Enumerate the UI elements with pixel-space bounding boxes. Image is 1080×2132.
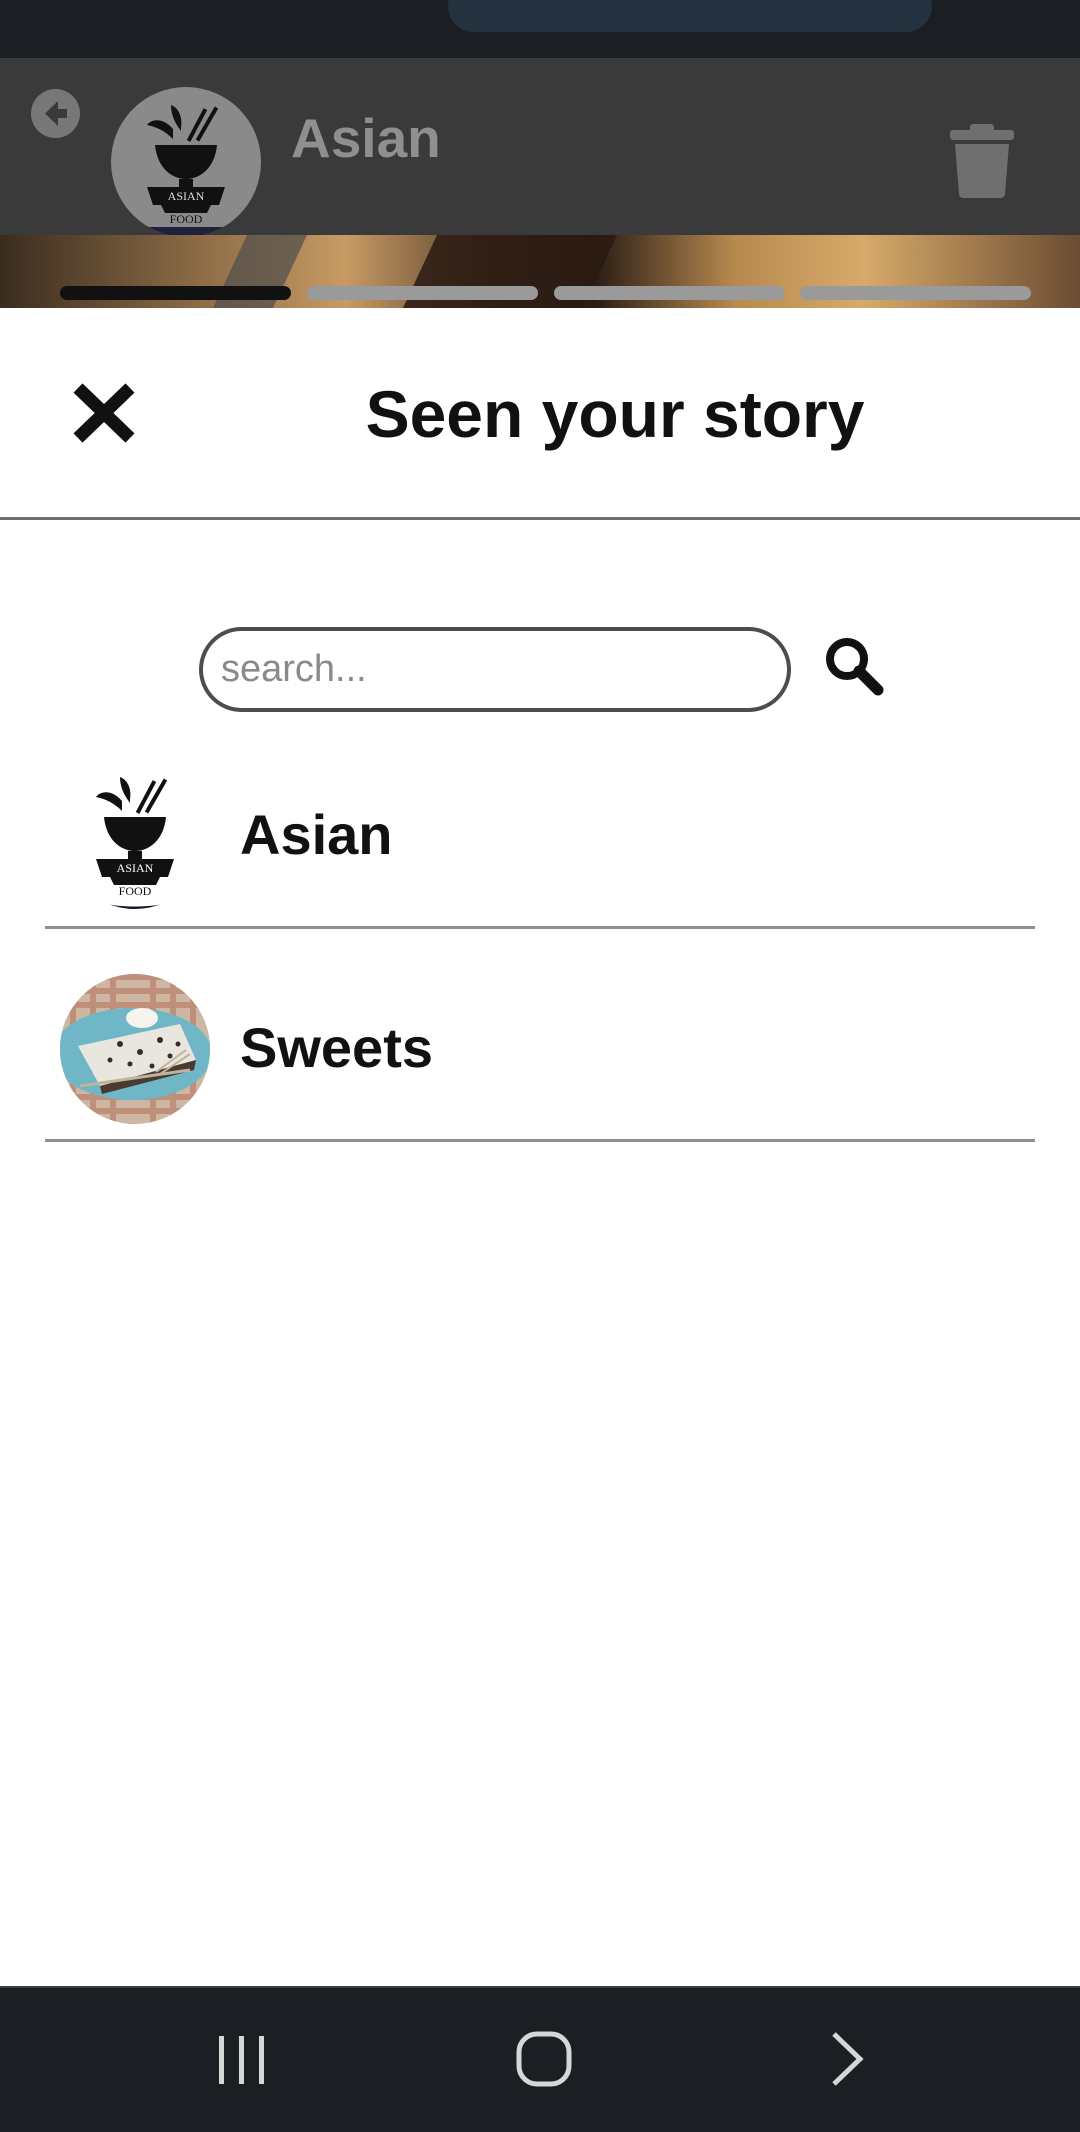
- search-icon: [826, 638, 884, 696]
- back-button[interactable]: [31, 89, 80, 138]
- chevron-right-icon: [832, 2032, 864, 2086]
- story-avatar: ASIAN FOOD: [111, 87, 261, 237]
- svg-text:FOOD: FOOD: [119, 884, 152, 898]
- sheet-header-divider: [0, 517, 1080, 520]
- pie-photo-avatar: [60, 974, 210, 1124]
- svg-text:ASIAN: ASIAN: [168, 189, 205, 203]
- svg-text:ASIAN: ASIAN: [117, 861, 154, 875]
- delete-story-button[interactable]: [950, 124, 1014, 198]
- list-item[interactable]: Sweets: [45, 937, 1035, 1142]
- close-icon: [73, 383, 135, 443]
- system-nav-bar: [0, 1986, 1080, 2132]
- list-item[interactable]: ASIAN FOOD Asian: [45, 724, 1035, 929]
- home-button[interactable]: [509, 2024, 579, 2094]
- search-button[interactable]: [822, 634, 884, 696]
- story-progress-segment-2: [307, 286, 538, 300]
- search-input[interactable]: [199, 627, 791, 712]
- story-title: Asian: [291, 107, 441, 169]
- recents-button[interactable]: [207, 2024, 277, 2094]
- story-progress-segment-3: [554, 286, 785, 300]
- story-progress-segment-4: [800, 286, 1031, 300]
- viewers-sheet: [0, 308, 1080, 1986]
- avatar: [60, 974, 210, 1124]
- avatar: ASIAN FOOD: [60, 759, 210, 909]
- viewer-name: Asian: [240, 803, 393, 866]
- recents-icon: [219, 2036, 264, 2084]
- arrow-left-icon: [45, 101, 67, 126]
- story-progress-segment-1: [60, 286, 291, 300]
- row-divider: [45, 1139, 1035, 1142]
- viewer-name: Sweets: [240, 1016, 433, 1079]
- row-divider: [45, 926, 1035, 929]
- asian-food-logo-icon: ASIAN FOOD: [147, 105, 225, 226]
- asian-food-logo-icon: ASIAN FOOD: [90, 777, 180, 909]
- svg-text:FOOD: FOOD: [170, 212, 203, 226]
- sheet-title: Seen your story: [365, 377, 865, 451]
- nav-back-button[interactable]: [812, 2024, 882, 2094]
- status-notch-pill: [448, 0, 932, 32]
- trash-icon: [950, 124, 1014, 198]
- status-bar: [0, 0, 1080, 60]
- close-button[interactable]: [70, 380, 138, 446]
- home-icon: [516, 2031, 572, 2087]
